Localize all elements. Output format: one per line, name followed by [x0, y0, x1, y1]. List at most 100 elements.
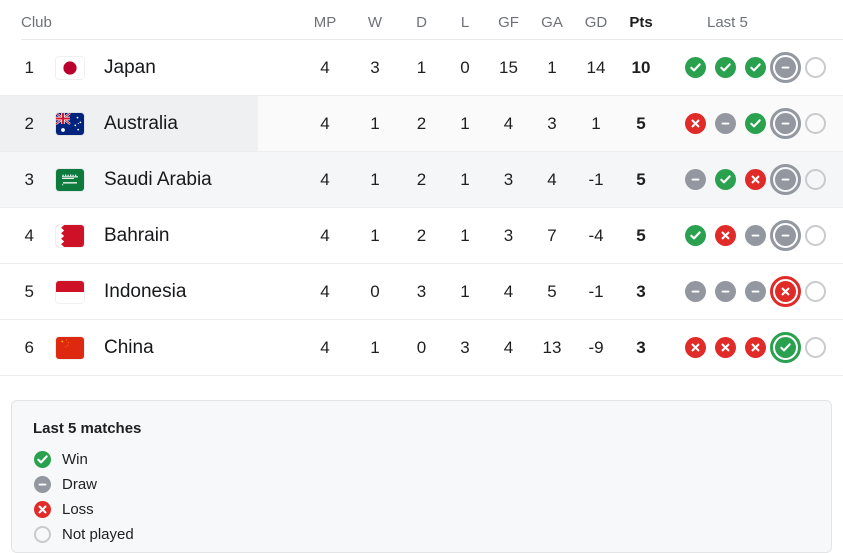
japan-flag [56, 56, 84, 79]
legend-label: Draw [62, 476, 98, 493]
cell-pts: 3 [636, 281, 646, 301]
form-draw-icon[interactable] [745, 225, 766, 246]
form-draw-icon[interactable] [745, 281, 766, 302]
header-pts: Pts [629, 13, 653, 31]
australia-flag [56, 112, 84, 135]
header-d: D [416, 13, 427, 31]
cell-w: 1 [370, 337, 380, 357]
cell-d: 2 [416, 169, 427, 189]
cell-gf: 4 [503, 337, 514, 357]
form-draw-icon[interactable] [770, 52, 801, 83]
form-none-icon[interactable] [805, 113, 826, 134]
club-cell[interactable]: 6 China [0, 336, 300, 359]
cell-d: 1 [416, 57, 427, 77]
cell-mp: 4 [320, 169, 330, 189]
form-loss-icon[interactable] [685, 337, 706, 358]
form-draw-icon[interactable] [770, 108, 801, 139]
form-win-icon[interactable] [770, 332, 801, 363]
club-cell[interactable]: 2 Australia [0, 112, 300, 135]
club-cell[interactable]: 3 Saudi Arabia [0, 168, 300, 191]
cell-ga: 7 [547, 225, 557, 245]
indonesia-flag [56, 280, 84, 303]
header-w: W [367, 13, 383, 31]
club-cell[interactable]: 4 Bahrain [0, 224, 300, 247]
rank-number: 4 [24, 225, 34, 245]
legend-win-icon [34, 451, 51, 468]
last5-form [685, 164, 826, 195]
cell-pts: 3 [636, 337, 646, 357]
table-body: 1 Japan 4 3 1 0 15 1 14 10 2 Australia 4 1 2 1 4 3 1 5 3 Saud… [0, 40, 843, 376]
form-draw-icon[interactable] [685, 169, 706, 190]
cell-pts: 5 [636, 113, 646, 133]
table-row[interactable]: 6 China 4 1 0 3 4 13 -9 3 [0, 320, 843, 376]
rank-number: 2 [24, 113, 34, 133]
form-loss-icon[interactable] [745, 337, 766, 358]
form-loss-icon[interactable] [715, 225, 736, 246]
legend-label: Loss [62, 501, 94, 518]
table-header-row: Club MP W D L GF GA GD Pts Last 5 [0, 0, 843, 40]
last5-form [685, 108, 826, 139]
form-win-icon[interactable] [715, 169, 736, 190]
form-none-icon[interactable] [805, 337, 826, 358]
form-none-icon[interactable] [805, 281, 826, 302]
cell-pts: 5 [636, 169, 646, 189]
rank-number: 3 [24, 169, 34, 189]
table-row[interactable]: 4 Bahrain 4 1 2 1 3 7 -4 5 [0, 208, 843, 264]
form-loss-icon[interactable] [685, 113, 706, 134]
team-name[interactable]: Australia [104, 113, 178, 135]
form-none-icon[interactable] [805, 57, 826, 78]
cell-gd: 1 [591, 113, 601, 133]
form-none-icon[interactable] [805, 225, 826, 246]
team-name[interactable]: Bahrain [104, 225, 170, 247]
cell-w: 1 [370, 113, 380, 133]
form-draw-icon[interactable] [770, 164, 801, 195]
cell-l: 1 [460, 281, 470, 301]
form-win-icon[interactable] [745, 57, 766, 78]
cell-mp: 4 [320, 113, 330, 133]
cell-ga: 3 [547, 113, 557, 133]
cell-w: 1 [370, 169, 380, 189]
cell-gf: 4 [503, 113, 514, 133]
cell-gd: -1 [588, 169, 604, 189]
table-row[interactable]: 5 Indonesia 4 0 3 1 4 5 -1 3 [0, 264, 843, 320]
legend-none-icon [34, 526, 51, 543]
cell-ga: 13 [542, 337, 562, 357]
team-name[interactable]: Saudi Arabia [104, 169, 212, 191]
cell-mp: 4 [320, 337, 330, 357]
form-win-icon[interactable] [745, 113, 766, 134]
cell-pts: 5 [636, 225, 646, 245]
cell-l: 3 [460, 337, 470, 357]
legend-item: Not played [33, 522, 810, 547]
form-draw-icon[interactable] [685, 281, 706, 302]
cell-mp: 4 [320, 281, 330, 301]
club-cell[interactable]: 1 Japan [0, 56, 300, 79]
form-none-icon[interactable] [805, 169, 826, 190]
header-club: Club [21, 13, 52, 31]
cell-pts: 10 [631, 57, 651, 77]
form-loss-icon[interactable] [770, 276, 801, 307]
table-row[interactable]: 1 Japan 4 3 1 0 15 1 14 10 [0, 40, 843, 96]
saudi-arabia-flag [56, 168, 84, 191]
cell-d: 0 [416, 337, 427, 357]
cell-gf: 3 [503, 169, 514, 189]
team-name[interactable]: Japan [104, 57, 156, 79]
form-win-icon[interactable] [685, 57, 706, 78]
form-loss-icon[interactable] [745, 169, 766, 190]
form-win-icon[interactable] [715, 57, 736, 78]
form-win-icon[interactable] [685, 225, 706, 246]
cell-gd: -9 [588, 337, 604, 357]
team-name[interactable]: China [104, 337, 154, 359]
last5-form [685, 52, 826, 83]
form-draw-icon[interactable] [715, 281, 736, 302]
rank-number: 5 [24, 281, 34, 301]
table-row[interactable]: 3 Saudi Arabia 4 1 2 1 3 4 -1 5 [0, 152, 843, 208]
team-name[interactable]: Indonesia [104, 281, 186, 303]
form-draw-icon[interactable] [715, 113, 736, 134]
form-loss-icon[interactable] [715, 337, 736, 358]
header-gf: GF [498, 13, 519, 31]
cell-w: 1 [370, 225, 380, 245]
legend-items: Win Draw Loss Not played [33, 447, 810, 547]
form-draw-icon[interactable] [770, 220, 801, 251]
table-row[interactable]: 2 Australia 4 1 2 1 4 3 1 5 [0, 96, 843, 152]
club-cell[interactable]: 5 Indonesia [0, 280, 300, 303]
